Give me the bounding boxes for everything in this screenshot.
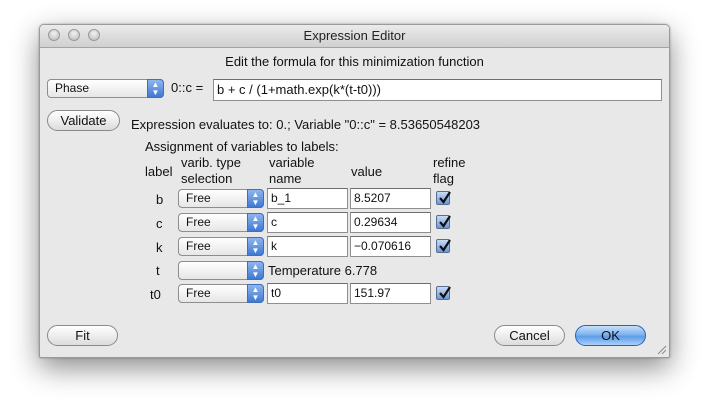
type-select-value: Free — [186, 286, 211, 300]
type-select-b[interactable]: Free ▲ ▼ — [178, 189, 264, 208]
select-arrows-icon: ▲ ▼ — [247, 284, 264, 303]
refine-checkbox-k[interactable] — [436, 239, 451, 253]
assignment-heading: Assignment of variables to labels: — [145, 139, 339, 154]
expression-input[interactable]: b + c / (1+math.exp(k*(t-t0))) — [213, 79, 662, 101]
variable-name-t0[interactable]: t0 — [267, 283, 348, 304]
refine-checkbox-t0[interactable] — [436, 286, 451, 300]
column-header-type-line2: selection — [181, 171, 233, 186]
resize-grip-icon[interactable] — [655, 343, 667, 355]
variable-label-t0: t0 — [150, 287, 161, 302]
type-select-t[interactable]: ▲ ▼ — [178, 261, 264, 280]
instruction-text: Edit the formula for this minimization f… — [225, 54, 484, 69]
variable-name-c[interactable]: c — [267, 212, 348, 233]
checkmark-icon — [439, 286, 451, 299]
column-header-refine-line1: refine — [433, 155, 466, 170]
value-input-c[interactable]: 0.29634 — [350, 212, 431, 233]
variable-label-k: k — [156, 240, 163, 255]
select-arrows-icon: ▲ ▼ — [247, 189, 264, 208]
value-input-t0[interactable]: 151.97 — [350, 283, 431, 304]
type-select-k[interactable]: Free ▲ ▼ — [178, 237, 264, 256]
formula-type-value: Phase — [55, 81, 90, 95]
type-select-value: Free — [186, 239, 211, 253]
type-select-c[interactable]: Free ▲ ▼ — [178, 213, 264, 232]
expression-editor-window: Expression Editor Edit the formula for t… — [39, 24, 670, 358]
ok-button[interactable]: OK — [575, 325, 646, 346]
checkmark-icon — [439, 191, 451, 204]
formula-type-select[interactable]: Phase ▲ ▼ — [47, 79, 164, 98]
checkmark-icon — [439, 215, 451, 228]
variable-name-k[interactable]: k — [267, 236, 348, 257]
variable-name-b[interactable]: b_1 — [267, 188, 348, 209]
column-header-name-line2: name — [269, 171, 302, 186]
column-header-type-line1: varib. type — [181, 155, 241, 170]
window-title: Expression Editor — [303, 28, 406, 43]
column-header-label: label — [145, 164, 173, 179]
validation-result: Expression evaluates to: 0.; Variable "0… — [131, 117, 481, 132]
variable-label-t: t — [156, 263, 160, 278]
checkmark-icon — [439, 239, 451, 252]
type-select-t0[interactable]: Free ▲ ▼ — [178, 284, 264, 303]
value-input-k[interactable]: −0.070616 — [350, 236, 431, 257]
column-header-refine-line2: flag — [433, 171, 454, 186]
select-arrows-icon: ▲ ▼ — [247, 213, 264, 232]
select-arrows-icon: ▲ ▼ — [247, 261, 264, 280]
type-select-value: Free — [186, 215, 211, 229]
formula-label: 0::c = — [171, 80, 204, 95]
fit-button[interactable]: Fit — [47, 325, 118, 346]
cancel-button[interactable]: Cancel — [494, 325, 565, 346]
select-arrows-icon: ▲ ▼ — [247, 237, 264, 256]
refine-checkbox-c[interactable] — [436, 215, 451, 229]
column-header-name-line1: variable — [269, 155, 315, 170]
column-header-value: value — [351, 164, 383, 179]
variable-label-b: b — [156, 192, 164, 207]
variable-static-text-t: Temperature 6.778 — [268, 263, 378, 278]
select-arrows-icon: ▲ ▼ — [147, 79, 164, 98]
refine-checkbox-b[interactable] — [436, 191, 451, 205]
value-input-b[interactable]: 8.5207 — [350, 188, 431, 209]
type-select-value: Free — [186, 191, 211, 205]
variable-label-c: c — [156, 216, 163, 231]
title-bar[interactable]: Expression Editor — [40, 25, 669, 48]
validate-button[interactable]: Validate — [47, 110, 120, 131]
